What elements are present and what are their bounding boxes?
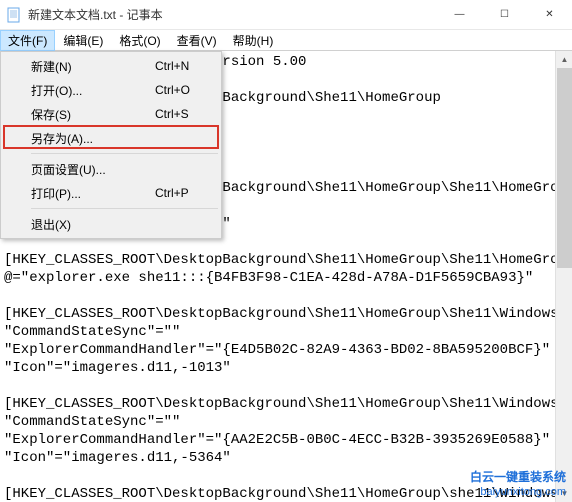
minimize-button[interactable]: — xyxy=(437,0,482,29)
close-button[interactable]: ✕ xyxy=(527,0,572,29)
menu-item-8[interactable]: 退出(X) xyxy=(3,212,219,236)
window-controls: — ☐ ✕ xyxy=(437,0,572,29)
menu-view[interactable]: 查看(V) xyxy=(169,30,225,51)
menu-item-5[interactable]: 页面设置(U)... xyxy=(3,157,219,181)
menu-item-shortcut: Ctrl+P xyxy=(155,186,215,200)
menu-item-label: 退出(X) xyxy=(31,216,155,233)
maximize-button[interactable]: ☐ xyxy=(482,0,527,29)
menu-separator xyxy=(31,208,218,209)
menu-item-label: 新建(N) xyxy=(31,58,155,75)
file-menu-dropdown: 新建(N)Ctrl+N打开(O)...Ctrl+O保存(S)Ctrl+S另存为(… xyxy=(0,51,222,239)
scroll-thumb[interactable] xyxy=(557,68,572,268)
title-bar: 新建文本文档.txt - 记事本 — ☐ ✕ xyxy=(0,0,572,30)
vertical-scrollbar[interactable]: ▲ ▼ xyxy=(555,51,572,502)
menu-item-3[interactable]: 另存为(A)... xyxy=(3,126,219,150)
watermark: 白云一键重装系统 baiyunxitong.com xyxy=(470,470,566,500)
menu-file[interactable]: 文件(F) xyxy=(0,30,55,51)
menu-item-label: 打开(O)... xyxy=(31,82,155,99)
menu-item-label: 保存(S) xyxy=(31,106,155,123)
watermark-line1: 白云一键重装系统 xyxy=(470,470,566,485)
menu-edit[interactable]: 编辑(E) xyxy=(55,30,111,51)
menu-item-label: 页面设置(U)... xyxy=(31,161,155,178)
app-icon xyxy=(6,7,22,23)
menu-item-label: 打印(P)... xyxy=(31,185,155,202)
menu-item-1[interactable]: 打开(O)...Ctrl+O xyxy=(3,78,219,102)
window-title: 新建文本文档.txt - 记事本 xyxy=(28,6,437,23)
menu-item-2[interactable]: 保存(S)Ctrl+S xyxy=(3,102,219,126)
menu-separator xyxy=(31,153,218,154)
menu-item-label: 另存为(A)... xyxy=(31,130,155,147)
watermark-line2: baiyunxitong.com xyxy=(470,485,566,500)
scroll-up-button[interactable]: ▲ xyxy=(556,51,572,68)
menu-bar: 文件(F) 编辑(E) 格式(O) 查看(V) 帮助(H) xyxy=(0,30,572,51)
menu-item-0[interactable]: 新建(N)Ctrl+N xyxy=(3,54,219,78)
menu-help[interactable]: 帮助(H) xyxy=(225,30,282,51)
menu-item-shortcut: Ctrl+S xyxy=(155,107,215,121)
menu-format[interactable]: 格式(O) xyxy=(111,30,168,51)
menu-item-shortcut: Ctrl+O xyxy=(155,83,215,97)
menu-item-6[interactable]: 打印(P)...Ctrl+P xyxy=(3,181,219,205)
menu-item-shortcut: Ctrl+N xyxy=(155,59,215,73)
